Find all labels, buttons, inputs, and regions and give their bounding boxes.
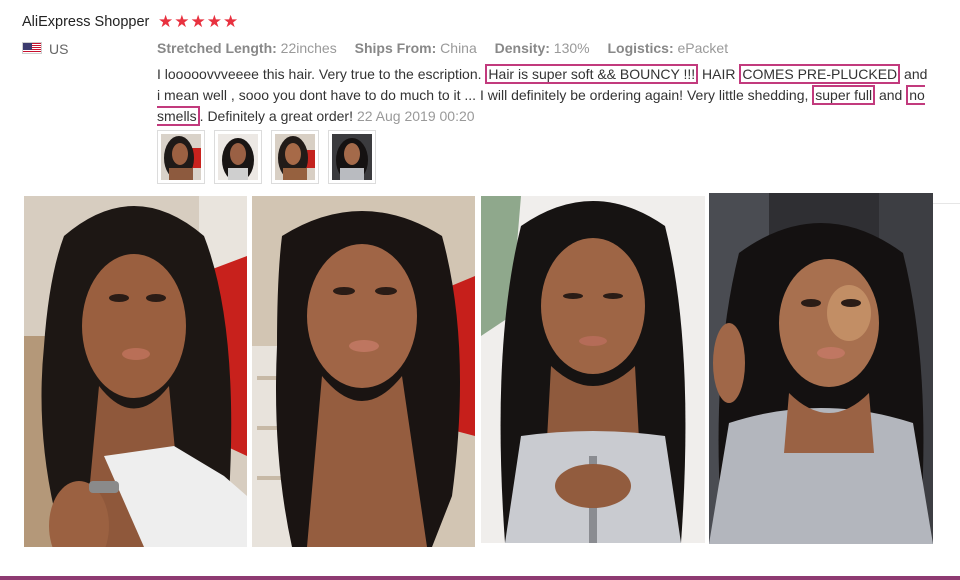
review-text: I looooovvveeee this hair. Very true to … bbox=[157, 64, 928, 126]
review-photo[interactable] bbox=[481, 196, 705, 543]
attr-density: Density: 130% bbox=[494, 40, 590, 56]
reviewer-name: AliExpress Shopper bbox=[22, 14, 150, 30]
review-photo[interactable] bbox=[24, 196, 247, 547]
review-photo[interactable] bbox=[709, 193, 933, 544]
review-thumbnails bbox=[157, 130, 376, 184]
rating-stars: ★★★★★ bbox=[158, 12, 240, 31]
sku-attributes: Stretched Length: 22inches Ships From: C… bbox=[157, 40, 742, 56]
highlight-pre-plucked: COMES PRE-PLUCKED bbox=[739, 64, 901, 84]
us-flag-icon bbox=[22, 42, 42, 54]
review-photo[interactable] bbox=[252, 196, 475, 547]
highlight-super-full: super full bbox=[812, 85, 876, 105]
review-thumbnail[interactable] bbox=[214, 130, 262, 184]
bottom-divider bbox=[0, 576, 960, 580]
attr-stretched-length: Stretched Length: 22inches bbox=[157, 40, 337, 56]
attr-logistics: Logistics: ePacket bbox=[607, 40, 729, 56]
highlight-soft-bouncy: Hair is super soft && BOUNCY !!! bbox=[485, 64, 699, 84]
review-thumbnail[interactable] bbox=[157, 130, 205, 184]
review-thumbnail[interactable] bbox=[271, 130, 319, 184]
country-label: US bbox=[49, 41, 69, 57]
divider bbox=[933, 203, 960, 204]
review-thumbnail[interactable] bbox=[328, 130, 376, 184]
attr-ships-from: Ships From: China bbox=[354, 40, 477, 56]
review-date: 22 Aug 2019 00:20 bbox=[356, 108, 475, 124]
